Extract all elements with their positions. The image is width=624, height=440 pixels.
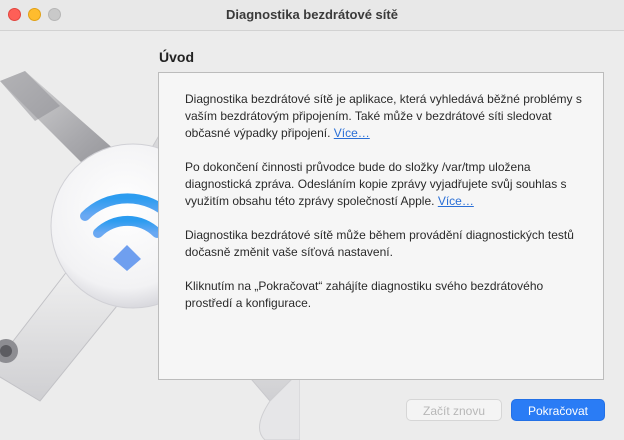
intro-paragraph-2: Po dokončení činnosti průvodce bude do s… bbox=[185, 159, 585, 210]
window-title: Diagnostika bezdrátové sítě bbox=[226, 7, 398, 22]
more-info-link-1[interactable]: Více… bbox=[334, 126, 370, 140]
intro-text: Diagnostika bezdrátové sítě je aplikace,… bbox=[185, 91, 585, 329]
intro-paragraph-4: Kliknutím na „Pokračovat“ zahájíte diagn… bbox=[185, 279, 544, 310]
wireless-diagnostics-window: Diagnostika bezdrátové sítě Úvod Diagnos… bbox=[0, 0, 624, 440]
intro-paragraph-2-text: Po dokončení činnosti průvodce bude do s… bbox=[185, 160, 567, 208]
more-info-link-2[interactable]: Více… bbox=[438, 194, 474, 208]
intro-paragraph-3: Diagnostika bezdrátové sítě může během p… bbox=[185, 228, 574, 259]
section-title: Úvod bbox=[159, 49, 194, 65]
restart-button[interactable]: Začít znovu bbox=[406, 399, 502, 421]
intro-paragraph-1: Diagnostika bezdrátové sítě je aplikace,… bbox=[185, 91, 585, 142]
continue-button[interactable]: Pokračovat bbox=[511, 399, 605, 421]
title-bar: Diagnostika bezdrátové sítě bbox=[0, 0, 624, 31]
intro-text-panel: Diagnostika bezdrátové sítě je aplikace,… bbox=[158, 72, 604, 380]
intro-paragraph-1-text: Diagnostika bezdrátové sítě je aplikace,… bbox=[185, 92, 582, 140]
